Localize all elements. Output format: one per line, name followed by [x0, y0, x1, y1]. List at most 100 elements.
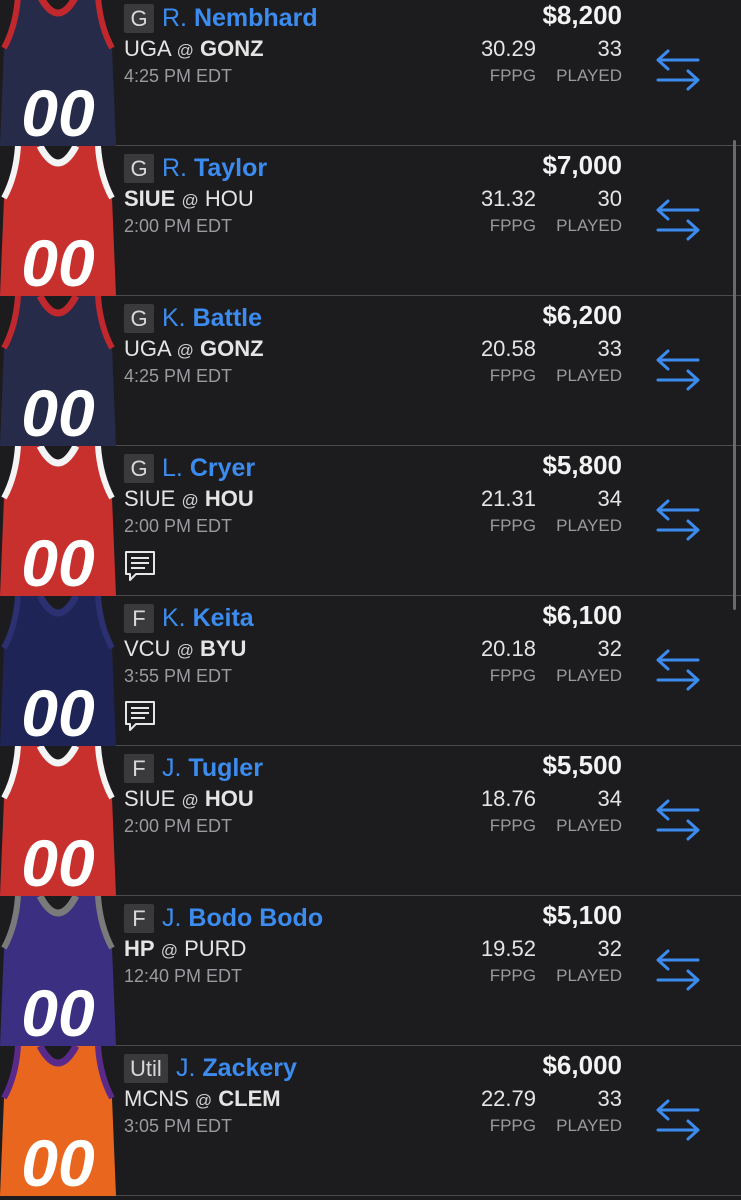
jersey-number: 00 — [21, 526, 95, 596]
salary: $6,000 — [542, 1050, 622, 1080]
position-badge: F — [124, 604, 154, 633]
away-team: HP — [124, 936, 155, 961]
position-badge: G — [124, 4, 154, 33]
at-sign: @ — [160, 941, 178, 960]
fppg-label: FPPG — [489, 516, 536, 535]
away-team: UGA — [124, 336, 171, 361]
swap-arrows-icon[interactable] — [652, 48, 704, 92]
played-label: PLAYED — [556, 216, 622, 235]
player-row[interactable]: 00 F J. Bodo Bodo HP @ PURD 12:40 PM EDT… — [0, 896, 741, 1046]
played-value: 33 — [597, 1086, 622, 1111]
salary: $6,200 — [542, 300, 622, 330]
matchup: UGA @ GONZ — [124, 36, 264, 62]
player-initial: K. — [162, 304, 186, 332]
played-value: 32 — [597, 936, 622, 961]
player-name[interactable]: J. Zackery — [176, 1052, 297, 1084]
jersey-image: 00 — [0, 0, 116, 146]
player-row[interactable]: 00 G R. Nembhard UGA @ GONZ 4:25 PM EDT … — [0, 0, 741, 146]
position-badge: G — [124, 454, 154, 483]
player-name[interactable]: R. Taylor — [162, 152, 267, 184]
player-row[interactable]: 00 G L. Cryer SIUE @ HOU 2:00 PM EDT $5,… — [0, 446, 741, 596]
matchup: VCU @ BYU — [124, 636, 246, 662]
jersey-number: 00 — [21, 226, 95, 296]
matchup: HP @ PURD — [124, 936, 246, 962]
jersey-number: 00 — [21, 976, 95, 1046]
player-row[interactable]: 00 G R. Taylor SIUE @ HOU 2:00 PM EDT $7… — [0, 146, 741, 296]
player-last-name: Cryer — [189, 454, 256, 482]
home-team: GONZ — [199, 36, 264, 61]
player-initial: R. — [162, 4, 187, 32]
swap-arrows-icon[interactable] — [652, 798, 704, 842]
player-initial: J. — [176, 1054, 196, 1082]
played-label: PLAYED — [556, 1116, 622, 1135]
home-team: PURD — [184, 936, 247, 961]
jersey-image: 00 — [0, 296, 116, 446]
swap-arrows-icon[interactable] — [652, 1098, 704, 1142]
player-row[interactable]: 00 G K. Battle UGA @ GONZ 4:25 PM EDT $6… — [0, 296, 741, 446]
fppg-value: 22.79 — [480, 1086, 536, 1111]
player-last-name: Tugler — [188, 754, 263, 782]
played-label: PLAYED — [556, 66, 622, 85]
played-value: 34 — [597, 786, 622, 811]
jersey-number: 00 — [21, 676, 95, 746]
fppg-value: 18.76 — [480, 786, 536, 811]
away-team: VCU — [124, 636, 171, 661]
jersey-image: 00 — [0, 596, 116, 746]
jersey-number: 00 — [21, 376, 95, 446]
game-time: 3:05 PM EDT — [124, 1116, 233, 1136]
player-name[interactable]: L. Cryer — [162, 452, 255, 484]
player-name[interactable]: J. Tugler — [162, 752, 263, 784]
player-last-name: Taylor — [193, 154, 268, 182]
jersey-image: 00 — [0, 896, 116, 1046]
salary: $5,100 — [542, 900, 622, 930]
swap-arrows-icon[interactable] — [652, 648, 704, 692]
away-team: SIUE — [124, 786, 176, 811]
jersey-number: 00 — [21, 826, 95, 896]
matchup: UGA @ GONZ — [124, 336, 264, 362]
player-name[interactable]: K. Keita — [162, 602, 254, 634]
player-name[interactable]: J. Bodo Bodo — [162, 902, 323, 934]
at-sign: @ — [176, 341, 194, 360]
scrollbar[interactable] — [733, 140, 736, 610]
swap-arrows-icon[interactable] — [652, 948, 704, 992]
position-badge: F — [124, 904, 154, 933]
news-note-icon[interactable] — [124, 700, 156, 732]
fppg-label: FPPG — [489, 216, 536, 235]
jersey-number: 00 — [21, 76, 95, 146]
swap-arrows-icon[interactable] — [652, 348, 704, 392]
at-sign: @ — [181, 191, 199, 210]
played-label: PLAYED — [556, 966, 622, 985]
fppg-value: 20.58 — [480, 336, 536, 361]
game-time: 2:00 PM EDT — [124, 816, 233, 836]
player-row[interactable]: 00 F K. Keita VCU @ BYU 3:55 PM EDT $6,1… — [0, 596, 741, 746]
position-badge: Util — [124, 1054, 168, 1083]
player-name[interactable]: K. Battle — [162, 302, 262, 334]
game-time: 2:00 PM EDT — [124, 516, 233, 536]
player-name[interactable]: R. Nembhard — [162, 2, 318, 34]
player-row[interactable]: 00 F J. Tugler SIUE @ HOU 2:00 PM EDT $5… — [0, 746, 741, 896]
player-initial: L. — [162, 454, 183, 482]
swap-arrows-icon[interactable] — [652, 498, 704, 542]
player-row[interactable]: 00 Util J. Zackery MCNS @ CLEM 3:05 PM E… — [0, 1046, 741, 1196]
jersey-number: 00 — [21, 1126, 95, 1196]
matchup: MCNS @ CLEM — [124, 1086, 281, 1112]
played-label: PLAYED — [556, 516, 622, 535]
player-last-name: Keita — [192, 604, 254, 632]
fppg-value: 19.52 — [480, 936, 536, 961]
player-list: 00 G R. Nembhard UGA @ GONZ 4:25 PM EDT … — [0, 0, 741, 1196]
game-time: 4:25 PM EDT — [124, 66, 233, 86]
player-initial: R. — [162, 154, 187, 182]
at-sign: @ — [176, 641, 194, 660]
played-label: PLAYED — [556, 366, 622, 385]
matchup: SIUE @ HOU — [124, 786, 254, 812]
position-badge: G — [124, 304, 154, 333]
home-team: CLEM — [218, 1086, 281, 1111]
home-team: HOU — [204, 186, 254, 211]
at-sign: @ — [194, 1091, 213, 1110]
game-time: 2:00 PM EDT — [124, 216, 233, 236]
jersey-image: 00 — [0, 1046, 116, 1196]
news-note-icon[interactable] — [124, 550, 156, 582]
played-label: PLAYED — [556, 816, 622, 835]
fppg-label: FPPG — [489, 816, 536, 835]
swap-arrows-icon[interactable] — [652, 198, 704, 242]
